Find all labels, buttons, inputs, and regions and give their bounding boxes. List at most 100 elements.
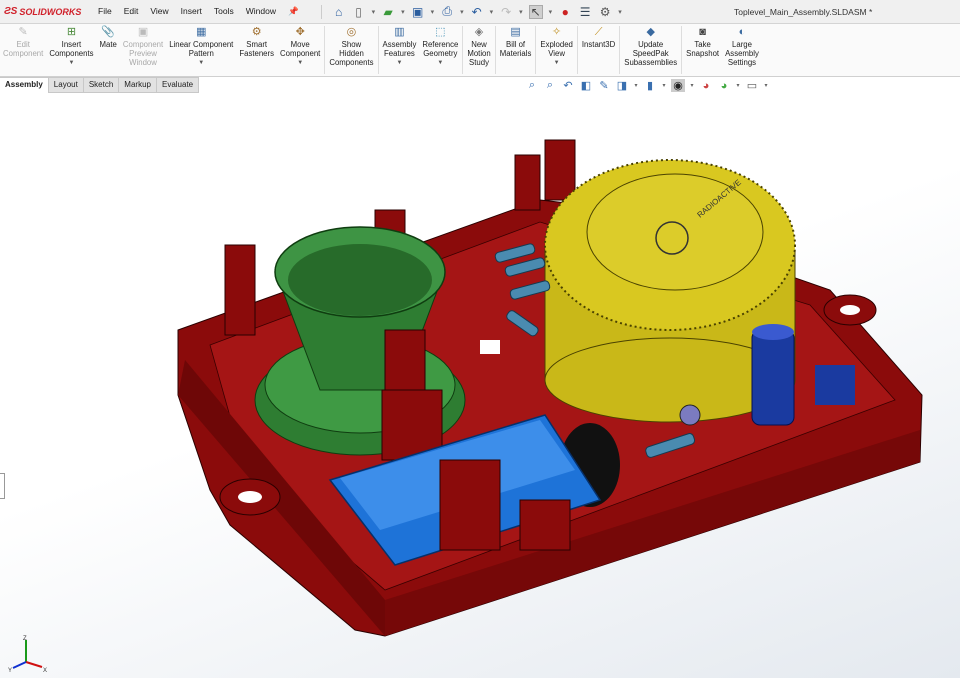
rebuild-traffic-light-icon[interactable]: ● <box>558 5 572 19</box>
save-icon[interactable]: ▣ <box>411 5 425 19</box>
new-motion-study-icon: ◈ <box>474 26 484 38</box>
menu-edit[interactable]: Edit <box>118 6 145 17</box>
button-label: Exploded <box>540 40 573 49</box>
take-snapshot-button[interactable]: ◙ Take Snapshot <box>683 24 722 76</box>
dynamic-annotation-icon[interactable]: ✎ <box>597 79 611 92</box>
tab-sketch[interactable]: Sketch <box>83 77 120 93</box>
dropdown-arrow-icon[interactable]: ▼ <box>396 59 402 68</box>
view-orientation-dropdown[interactable]: ▾ <box>633 82 639 89</box>
open-dropdown[interactable]: ▾ <box>401 8 405 16</box>
previous-view-icon[interactable]: ↶ <box>561 79 575 92</box>
exploded-view-button[interactable]: ✧ Exploded View ▼ <box>537 24 576 76</box>
reference-triad: Z X Y <box>8 636 47 674</box>
zoom-to-area-icon[interactable]: ⌕ <box>543 79 557 92</box>
button-label: Assembly <box>382 40 417 49</box>
ribbon-separator <box>324 26 326 74</box>
menu-window[interactable]: Window <box>240 6 282 17</box>
dropdown-arrow-icon[interactable]: ▼ <box>198 59 204 68</box>
instant3d-button[interactable]: ⟋ Instant3D <box>579 24 618 76</box>
button-label: View <box>548 49 566 58</box>
bill-of-materials-icon: ▤ <box>510 26 521 38</box>
new-dropdown[interactable]: ▾ <box>372 8 376 16</box>
save-dropdown[interactable]: ▾ <box>431 8 435 16</box>
insert-components-icon: ⊞ <box>66 26 77 38</box>
show-hidden-components-icon: ◎ <box>346 26 357 38</box>
linear-component-pattern-icon: ▦ <box>196 26 207 38</box>
linear-component-pattern-button[interactable]: ▦ Linear Component Pattern ▼ <box>166 24 236 76</box>
button-label: Bill of <box>506 40 526 49</box>
undo-dropdown[interactable]: ▾ <box>490 8 494 16</box>
triad-z-label: Z <box>23 636 27 642</box>
menu-view[interactable]: View <box>144 6 174 17</box>
tab-layout[interactable]: Layout <box>48 77 84 93</box>
display-style-icon[interactable]: ▮ <box>643 79 657 92</box>
tab-evaluate[interactable]: Evaluate <box>156 77 200 93</box>
hide-show-dropdown[interactable]: ▾ <box>689 82 695 89</box>
assembly-features-icon: ▥ <box>394 26 405 38</box>
select-dropdown[interactable]: ▾ <box>549 8 553 16</box>
options-dropdown[interactable]: ▾ <box>618 8 622 16</box>
section-view-icon[interactable]: ◧ <box>579 79 593 92</box>
component-preview-window-button[interactable]: ▣ Component Preview Window <box>120 24 166 76</box>
triad-x-label: X <box>43 668 47 674</box>
print-dropdown[interactable]: ▾ <box>460 8 464 16</box>
view-settings-monitor-icon[interactable]: ▭ <box>745 79 759 92</box>
button-label: Motion <box>467 49 491 58</box>
tab-markup[interactable]: Markup <box>119 77 157 93</box>
large-assembly-settings-button[interactable]: ◐ Large Assembly Settings <box>722 24 762 76</box>
assembly-features-button[interactable]: ▥ Assembly Features ▼ <box>380 24 420 76</box>
home-icon[interactable]: ⌂ <box>332 5 346 19</box>
assembly-model[interactable]: RADIOACTIVE <box>0 93 960 678</box>
dropdown-arrow-icon[interactable]: ▼ <box>297 59 303 68</box>
apply-scene-icon[interactable]: ◕ <box>717 80 731 92</box>
dropdown-arrow-icon[interactable]: ▼ <box>437 59 443 68</box>
graphics-area[interactable]: RADIOACTIVE <box>0 93 960 678</box>
undo-icon[interactable]: ↶ <box>470 5 484 19</box>
smart-fasteners-button[interactable]: ⚙ Smart Fasteners <box>236 24 277 76</box>
open-icon[interactable]: ▰ <box>381 5 395 19</box>
pin-icon[interactable]: 📌 <box>282 6 305 17</box>
ribbon-separator <box>462 26 464 74</box>
edit-appearance-icon[interactable]: ◕ <box>699 80 713 92</box>
move-component-icon: ✥ <box>295 26 305 38</box>
redo-icon[interactable]: ↷ <box>499 5 513 19</box>
capacitor-top <box>752 324 794 340</box>
redo-dropdown[interactable]: ▾ <box>519 8 523 16</box>
print-icon[interactable]: ⎙ <box>440 4 454 19</box>
capacitor[interactable] <box>751 329 795 426</box>
new-document-icon[interactable]: ▯ <box>352 5 366 19</box>
large-assembly-settings-icon: ◐ <box>738 26 746 38</box>
update-speedpak-subassemblies-button[interactable]: ◆ Update SpeedPak Subassemblies <box>621 24 680 76</box>
scene-dropdown[interactable]: ▾ <box>735 82 741 89</box>
new-motion-study-button[interactable]: ◈ New Motion Study <box>464 24 493 76</box>
dropdown-arrow-icon[interactable]: ▼ <box>554 59 560 68</box>
view-orientation-icon[interactable]: ◨ <box>615 79 629 92</box>
zoom-to-fit-icon[interactable]: ⌕ <box>525 79 539 92</box>
menu-tools[interactable]: Tools <box>208 6 240 17</box>
dropdown-arrow-icon[interactable]: ▼ <box>68 59 74 68</box>
document-title: Toplevel_Main_Assembly.SLDASM * <box>734 7 873 17</box>
display-style-dropdown[interactable]: ▾ <box>661 82 667 89</box>
button-label: Reference <box>422 40 459 49</box>
instant3d-icon: ⟋ <box>594 26 603 38</box>
insert-components-button[interactable]: ⊞ Insert Components ▼ <box>46 24 96 76</box>
hide-show-items-icon[interactable]: ◉ <box>671 79 685 92</box>
button-label: Linear Component <box>169 40 234 49</box>
solidworks-logo[interactable]: ƧS SOLIDWORKS <box>4 6 92 17</box>
show-hidden-components-button[interactable]: ◎ Show Hidden Components <box>326 24 376 76</box>
view-settings-dropdown[interactable]: ▾ <box>763 82 769 89</box>
menu-insert[interactable]: Insert <box>175 6 208 17</box>
bill-of-materials-button[interactable]: ▤ Bill of Materials <box>497 24 535 76</box>
ribbon-separator <box>494 26 496 74</box>
mate-button[interactable]: 📎 Mate <box>97 24 120 76</box>
select-cursor-icon[interactable]: ↖ <box>528 4 543 19</box>
edit-component-button[interactable]: ✎ Edit Component <box>0 24 46 76</box>
move-component-button[interactable]: ✥ Move Component ▼ <box>277 24 323 76</box>
reference-geometry-button[interactable]: ⬚ Reference Geometry ▼ <box>419 24 461 76</box>
tab-assembly[interactable]: Assembly <box>0 77 49 93</box>
component-preview-window-icon: ▣ <box>137 26 149 38</box>
menu-file[interactable]: File <box>92 6 118 17</box>
options-gear-icon[interactable]: ⚙ <box>598 5 612 19</box>
file-properties-icon[interactable]: ☰ <box>578 5 592 19</box>
feature-manager-collapse-handle[interactable] <box>0 473 5 499</box>
